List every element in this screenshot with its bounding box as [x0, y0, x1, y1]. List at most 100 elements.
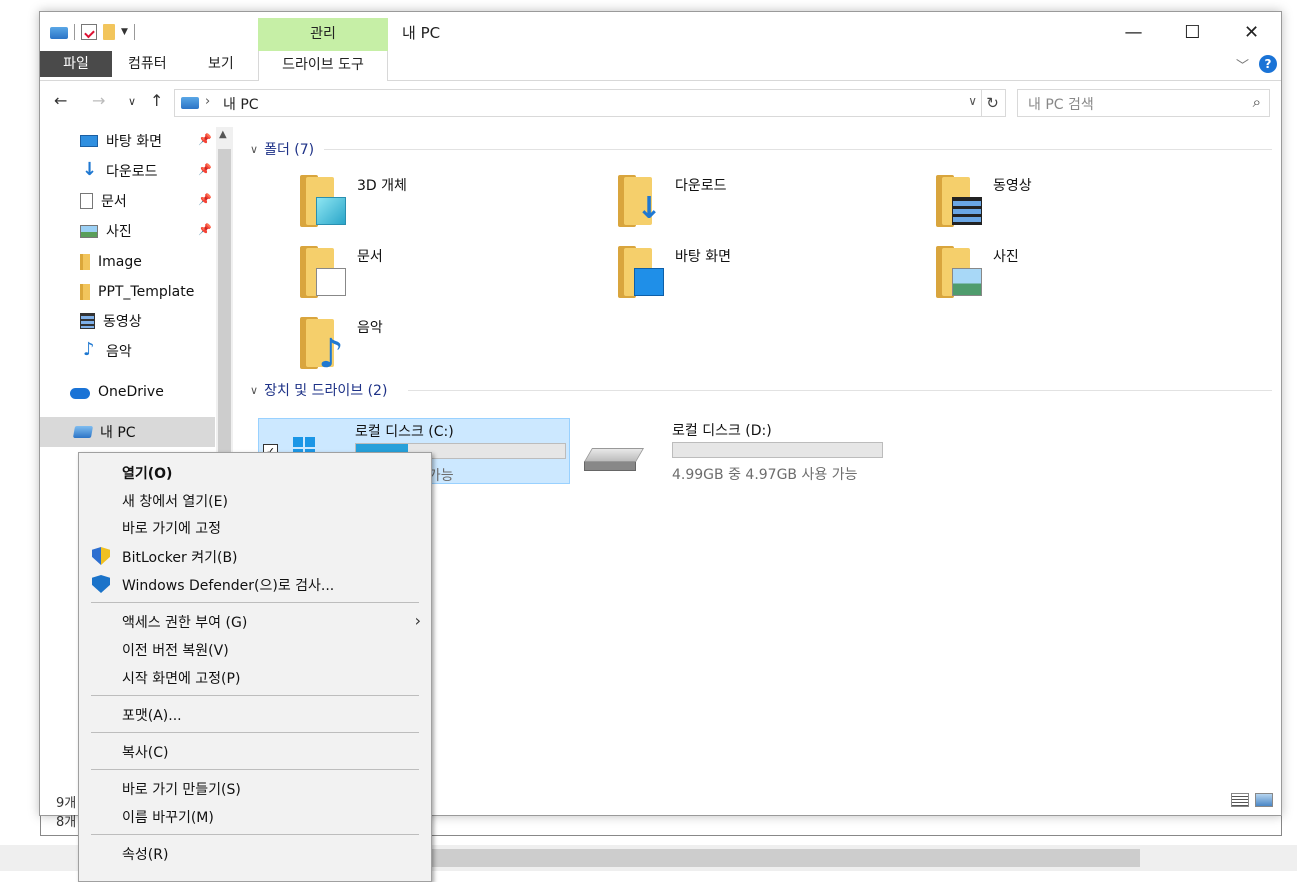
menu-item-properties[interactable]: 속성(R): [79, 840, 431, 867]
status-selected-count: 8개: [56, 815, 77, 830]
refresh-icon[interactable]: ↻: [981, 90, 1003, 116]
sidebar-item-documents[interactable]: 문서: [80, 187, 127, 215]
menu-item-give-access[interactable]: 액세스 권한 부여 (G) ›: [79, 608, 431, 635]
menu-item-format[interactable]: 포맷(A)...: [79, 701, 431, 728]
address-dropdown-chevron-icon[interactable]: ∨: [968, 94, 977, 108]
folder-icon: [936, 175, 982, 227]
pin-icon[interactable]: 📌: [198, 133, 212, 146]
sidebar-item-ppt-template[interactable]: PPT_Template: [80, 278, 194, 306]
folder-icon: [300, 175, 346, 227]
menu-item-label: Windows Defender(으)로 검사...: [122, 578, 335, 594]
menu-item-label: 이름 바꾸기(M): [122, 810, 214, 826]
menu-item-copy[interactable]: 복사(C): [79, 738, 431, 765]
tab-computer[interactable]: 컴퓨터: [128, 51, 167, 77]
menu-item-label: 시작 화면에 고정(P): [122, 671, 241, 687]
computer-icon[interactable]: [50, 27, 68, 39]
menu-item-pin-start[interactable]: 시작 화면에 고정(P): [79, 664, 431, 691]
sidebar-item-pictures[interactable]: 사진: [80, 217, 132, 245]
folder-tile-music[interactable]: ♪ 음악: [300, 317, 600, 379]
back-arrow-icon[interactable]: ←: [54, 91, 67, 110]
context-menu: 열기(O) 새 창에서 열기(E) 바로 가기에 고정 BitLocker 켜기…: [78, 452, 432, 882]
folder-icon: ♪: [300, 317, 344, 374]
menu-item-label: 바로 가기 만들기(S): [122, 782, 241, 798]
folder-tile-videos[interactable]: 동영상: [936, 175, 1236, 237]
sidebar-item-videos[interactable]: 동영상: [80, 307, 142, 335]
menu-item-pin-quick-access[interactable]: 바로 가기에 고정: [79, 514, 431, 541]
menu-item-defender-scan[interactable]: Windows Defender(으)로 검사...: [79, 571, 431, 598]
toolbar-separator: [74, 24, 75, 40]
pin-icon[interactable]: 📌: [198, 193, 212, 206]
defender-shield-icon: [92, 575, 110, 593]
menu-item-restore-versions[interactable]: 이전 버전 복원(V): [79, 636, 431, 663]
menu-item-create-shortcut[interactable]: 바로 가기 만들기(S): [79, 775, 431, 802]
group-header-folders[interactable]: ∨ 폴더 (7): [250, 139, 314, 159]
help-icon[interactable]: ?: [1259, 55, 1277, 73]
folder-tile-documents[interactable]: 문서: [300, 246, 600, 308]
breadcrumb[interactable]: 내 PC: [223, 94, 259, 114]
menu-separator: [91, 769, 419, 770]
drive-tile-d[interactable]: 로컬 디스크 (D:) 4.99GB 중 4.97GB 사용 가능: [576, 418, 888, 484]
breadcrumb-chevron-icon[interactable]: ›: [205, 94, 210, 109]
sidebar-item-desktop[interactable]: 바탕 화면: [80, 127, 162, 155]
address-bar[interactable]: › 내 PC ∨ ↻: [174, 89, 1006, 117]
menu-separator: [91, 834, 419, 835]
drive-free-space: 4.99GB 중 4.97GB 사용 가능: [672, 467, 858, 483]
close-button[interactable]: ✕: [1222, 12, 1281, 52]
menu-item-bitlocker[interactable]: BitLocker 켜기(B): [79, 543, 431, 570]
up-arrow-icon[interactable]: ↑: [150, 91, 163, 110]
sidebar-item-this-pc[interactable]: 내 PC: [72, 418, 136, 446]
menu-item-label: 이전 버전 복원(V): [122, 643, 229, 659]
group-divider: [408, 390, 1272, 391]
details-view-icon[interactable]: [1231, 793, 1249, 807]
view-switcher: [1231, 793, 1273, 807]
sidebar-item-onedrive[interactable]: OneDrive: [70, 378, 164, 406]
new-folder-icon[interactable]: [103, 24, 115, 40]
pin-icon[interactable]: 📌: [198, 223, 212, 236]
large-icons-view-icon[interactable]: [1255, 793, 1273, 807]
search-placeholder: 내 PC 검색: [1028, 97, 1094, 113]
menu-item-label: 열기(O): [122, 466, 173, 482]
drive-usage-bar: [672, 442, 883, 458]
folder-tile-pictures[interactable]: 사진: [936, 246, 1236, 308]
sidebar-item-image[interactable]: Image: [80, 248, 142, 276]
pin-icon[interactable]: 📌: [198, 163, 212, 176]
expand-ribbon-chevron-icon[interactable]: ﹀: [1236, 55, 1249, 74]
recent-locations-chevron-icon[interactable]: ∨: [128, 95, 136, 108]
folder-icon: [80, 254, 90, 270]
sidebar-item-label: 다운로드: [106, 164, 158, 180]
forward-arrow-icon[interactable]: →: [92, 91, 105, 110]
properties-icon[interactable]: [81, 24, 97, 40]
maximize-button[interactable]: ☐: [1163, 12, 1222, 52]
tab-file[interactable]: 파일: [40, 51, 112, 77]
status-item-count: 9개: [56, 796, 77, 811]
folder-label: 사진: [993, 249, 1019, 265]
tab-drive-tools[interactable]: 드라이브 도구: [258, 51, 388, 81]
sidebar-item-music[interactable]: 음악: [80, 337, 132, 365]
menu-item-rename[interactable]: 이름 바꾸기(M): [79, 803, 431, 830]
search-input[interactable]: 내 PC 검색 ⌕: [1017, 89, 1270, 117]
desktop-icon: [80, 135, 98, 147]
minimize-button[interactable]: —: [1104, 12, 1163, 52]
folder-tile-desktop[interactable]: 바탕 화면: [618, 246, 918, 308]
collapse-chevron-icon[interactable]: ∨: [250, 143, 258, 156]
group-header-devices[interactable]: ∨ 장치 및 드라이브 (2): [250, 380, 387, 400]
folder-tile-downloads[interactable]: ↓ 다운로드: [618, 175, 918, 237]
tab-view[interactable]: 보기: [208, 51, 234, 77]
collapse-chevron-icon[interactable]: ∨: [250, 384, 258, 397]
sidebar-item-label: 음악: [106, 344, 132, 360]
title-bar: ▼ 관리 내 PC — ☐ ✕: [40, 12, 1281, 52]
sidebar-item-downloads[interactable]: 다운로드: [80, 157, 158, 185]
sidebar-item-label: Image: [98, 254, 142, 270]
pictures-icon: [80, 224, 98, 238]
customize-toolbar-dropdown-icon[interactable]: ▼: [121, 27, 128, 37]
search-icon[interactable]: ⌕: [1253, 93, 1261, 111]
menu-item-open[interactable]: 열기(O): [79, 459, 431, 486]
drive-name: 로컬 디스크 (C:): [355, 424, 454, 440]
sidebar-item-label: 사진: [106, 224, 132, 240]
scroll-up-arrow-icon[interactable]: ▲: [219, 129, 227, 140]
computer-icon: [181, 97, 199, 109]
menu-item-open-new-window[interactable]: 새 창에서 열기(E): [79, 487, 431, 514]
folder-icon: [300, 246, 346, 298]
cube-3d-icon: [316, 197, 346, 225]
folder-tile-3d-objects[interactable]: 3D 개체: [300, 175, 600, 237]
